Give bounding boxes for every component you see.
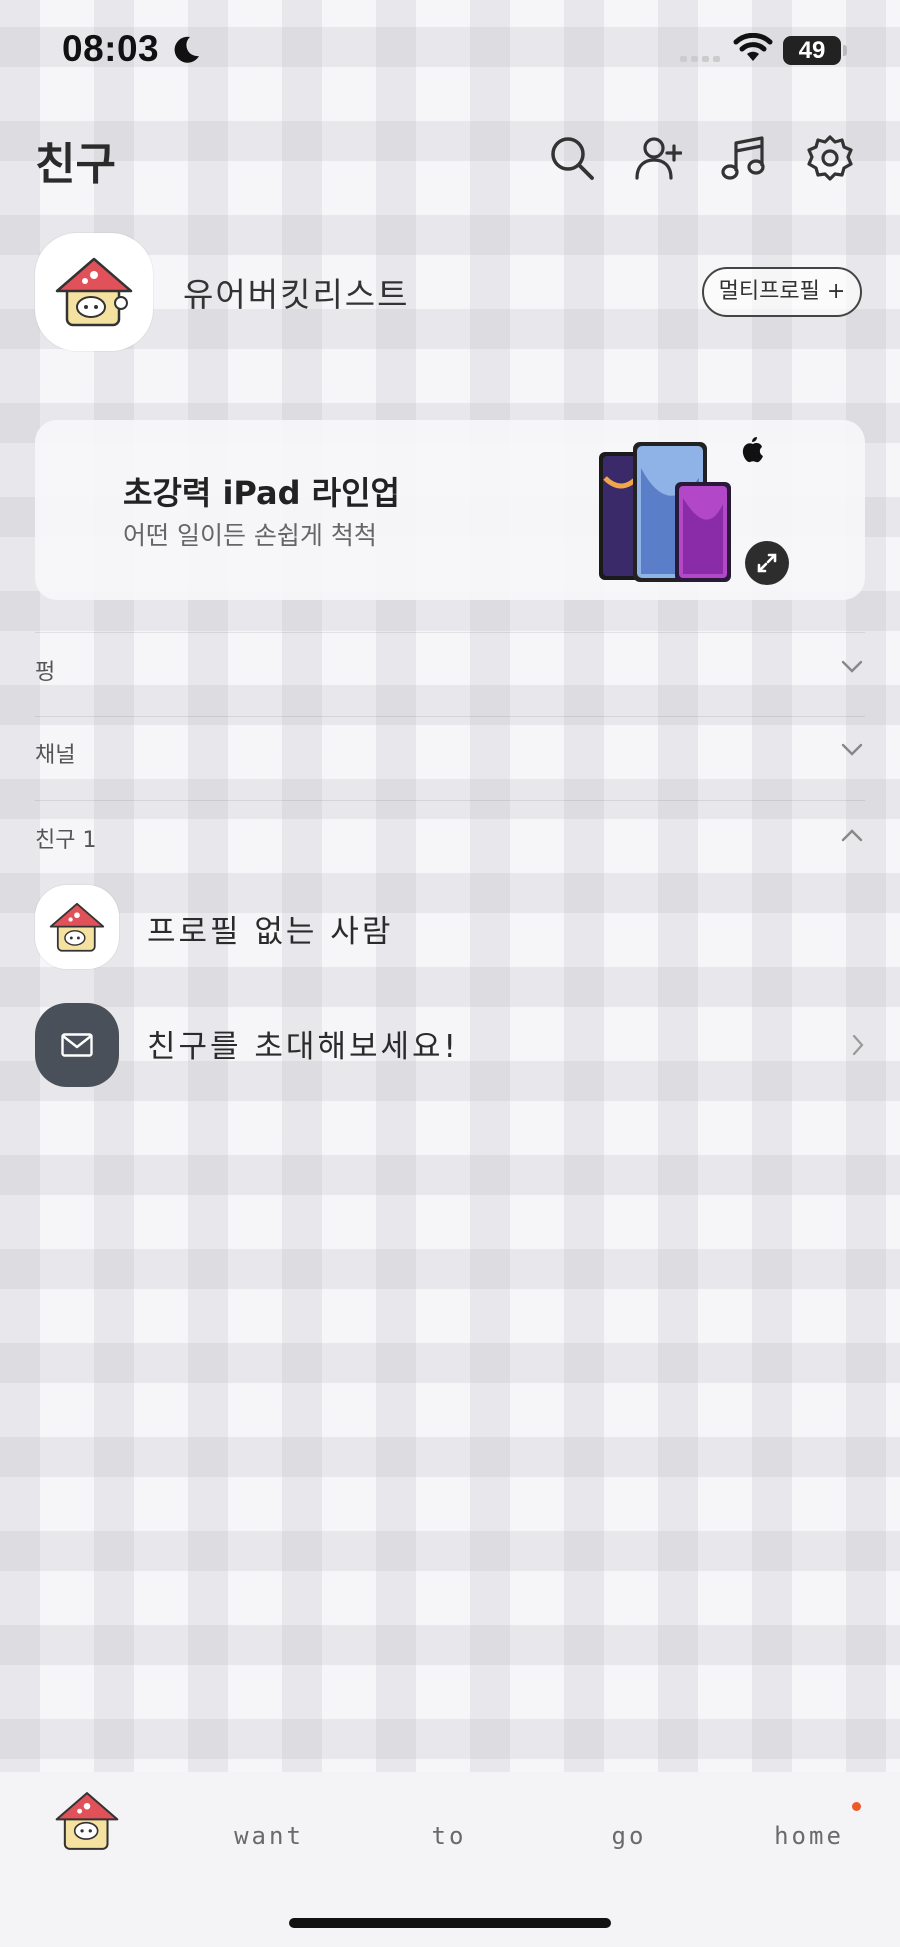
section-divider	[35, 800, 865, 801]
multi-profile-button[interactable]: 멀티프로필 +	[702, 267, 862, 317]
friend-avatar[interactable]	[35, 885, 119, 969]
chevron-down-icon	[841, 743, 863, 756]
expand-icon	[757, 553, 777, 573]
section-header-channel[interactable]: 채널	[35, 733, 865, 773]
ipad-lineup-image	[599, 442, 731, 582]
house-character-icon	[55, 257, 133, 327]
ad-title: 초강력 iPad 라인업	[123, 474, 400, 512]
wifi-icon	[733, 33, 773, 61]
chevron-right-icon[interactable]	[852, 1034, 864, 1056]
music-icon[interactable]	[720, 134, 768, 182]
battery-cap	[843, 45, 847, 56]
expand-button[interactable]	[745, 541, 789, 585]
page-title: 친구	[35, 139, 116, 190]
add-friend-icon[interactable]	[634, 134, 682, 182]
tab-to[interactable]: to	[389, 1822, 509, 1850]
house-character-icon	[49, 902, 105, 952]
friend-name[interactable]: 프로필 없는 사람	[147, 906, 393, 951]
section-divider	[35, 716, 865, 717]
section-divider	[35, 632, 865, 633]
tab-home[interactable]: home	[749, 1822, 869, 1850]
house-character-tab-icon[interactable]	[55, 1788, 119, 1854]
moon-icon	[174, 36, 199, 63]
envelope-icon	[61, 1033, 93, 1057]
status-time: 08:03	[62, 28, 160, 69]
status-bar: 08:03 49	[0, 0, 900, 100]
my-profile-name[interactable]: 유어버킷리스트	[183, 268, 410, 316]
chevron-down-icon	[841, 660, 863, 673]
section-header-friends[interactable]: 친구 1	[35, 818, 865, 858]
chevron-up-icon	[841, 829, 863, 842]
section-header-pung[interactable]: 펑	[35, 650, 865, 690]
tab-go[interactable]: go	[569, 1822, 689, 1850]
section-label: 채널	[35, 743, 76, 768]
home-indicator[interactable]	[289, 1918, 611, 1928]
my-profile-avatar[interactable]	[35, 233, 153, 351]
section-label: 펑	[35, 660, 56, 685]
ad-banner[interactable]: 초강력 iPad 라인업 어떤 일이든 손쉽게 척척	[35, 420, 865, 600]
cellular-signal-icon	[680, 56, 720, 62]
invite-friends-label[interactable]: 친구를 초대해보세요!	[147, 1021, 459, 1066]
search-icon[interactable]	[548, 134, 596, 182]
tab-want[interactable]: want	[209, 1822, 329, 1850]
apple-logo-icon	[742, 437, 763, 463]
notification-badge-dot	[852, 1802, 861, 1811]
section-label: 친구 1	[35, 828, 97, 853]
ad-subtitle: 어떤 일이든 손쉽게 척척	[123, 521, 377, 550]
settings-icon[interactable]	[806, 134, 854, 182]
invite-friend-button[interactable]	[35, 1003, 119, 1087]
battery-indicator: 49	[783, 36, 841, 65]
